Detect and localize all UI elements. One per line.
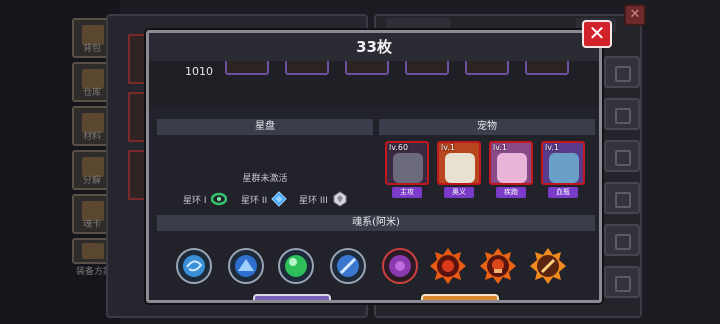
top-slot[interactable] xyxy=(405,61,449,75)
flame-skull-orb-icon[interactable] xyxy=(479,247,517,285)
star-ring-1[interactable]: 星环 I xyxy=(183,191,227,207)
background-slot xyxy=(604,140,640,172)
top-slot[interactable] xyxy=(345,61,389,75)
top-slot[interactable] xyxy=(225,61,269,75)
top-slot[interactable] xyxy=(525,61,569,75)
top-slot[interactable] xyxy=(285,61,329,75)
item-detail-modal: 33枚 1010 星盘 星群未激活 星环 I 星环 II 星环 III 宠物 l… xyxy=(146,30,602,303)
modal-content[interactable]: 1010 星盘 星群未激活 星环 I 星环 II 星环 III 宠物 lv.60… xyxy=(149,61,599,300)
star-ring-label: 星环 I xyxy=(183,195,207,206)
pets-header: 宠物 xyxy=(379,119,595,135)
rename-button[interactable]: 改名 xyxy=(253,294,331,300)
pet-blue-wolf-icon xyxy=(549,153,579,183)
star-ring-label: 星环 II xyxy=(241,195,268,206)
pet-level: lv.60 xyxy=(389,143,409,152)
pet-white-bunny-icon xyxy=(445,153,475,183)
pet-level: lv.1 xyxy=(545,143,559,152)
pet-card[interactable]: lv.1 疾跑 xyxy=(489,141,533,198)
pet-card[interactable]: lv.1 奥义 xyxy=(437,141,481,198)
background-slot xyxy=(604,266,640,298)
pet-portrait: lv.60 xyxy=(385,141,429,185)
pet-role-tag: 血瓶 xyxy=(548,187,578,198)
star-ring-2[interactable]: 星环 II xyxy=(241,191,287,207)
background-slot xyxy=(604,98,640,130)
pet-role-tag: 疾跑 xyxy=(496,187,526,198)
star-disk-panel: 星群未激活 星环 I 星环 II 星环 III xyxy=(157,141,373,211)
star-ring-label: 星环 III xyxy=(299,195,328,206)
pet-pink-cat-icon xyxy=(497,153,527,183)
blue-blade-orb-icon[interactable] xyxy=(329,247,367,285)
background-slot xyxy=(604,182,640,214)
soul-header: 魂系(阿米) xyxy=(157,215,595,231)
equip-button[interactable]: 装备 xyxy=(421,294,499,300)
pet-card[interactable]: lv.1 血瓶 xyxy=(541,141,585,198)
pet-portrait: lv.1 xyxy=(489,141,533,185)
pet-level: lv.1 xyxy=(493,143,507,152)
modal-close-button[interactable]: ✕ xyxy=(582,20,612,48)
background-close-button[interactable]: ✕ xyxy=(624,4,646,26)
star-ring-3[interactable]: 星环 III xyxy=(299,191,348,207)
background-slot xyxy=(604,224,640,256)
pet-level: lv.1 xyxy=(441,143,455,152)
blue-wing-orb-icon[interactable] xyxy=(227,247,265,285)
modal-title: 33枚 xyxy=(149,33,599,61)
top-slot[interactable] xyxy=(465,61,509,75)
pet-card[interactable]: lv.60 主攻 xyxy=(385,141,429,198)
blue-diamond-gem-icon xyxy=(271,191,287,207)
purple-orb-icon[interactable] xyxy=(381,247,419,285)
star-disk-header: 星盘 xyxy=(157,119,373,135)
flame-demon-orb-icon[interactable] xyxy=(429,247,467,285)
white-crystal-gem-icon xyxy=(333,191,347,207)
background-slot xyxy=(604,56,640,88)
pet-role-tag: 主攻 xyxy=(392,187,422,198)
green-ring-gem-icon xyxy=(210,192,227,206)
blue-swirl-orb-icon[interactable] xyxy=(175,247,213,285)
pet-role-tag: 奥义 xyxy=(444,187,474,198)
equip-plan-icon xyxy=(82,243,104,259)
top-stats-row: 1010 xyxy=(149,61,599,107)
pet-dark-knight-icon xyxy=(393,153,423,183)
pet-portrait: lv.1 xyxy=(437,141,481,185)
star-group-status: 星群未激活 xyxy=(242,174,288,184)
pet-portrait: lv.1 xyxy=(541,141,585,185)
flame-sword-orb-icon[interactable] xyxy=(529,247,567,285)
top-value: 1010 xyxy=(185,65,213,78)
green-orb-icon[interactable] xyxy=(277,247,315,285)
